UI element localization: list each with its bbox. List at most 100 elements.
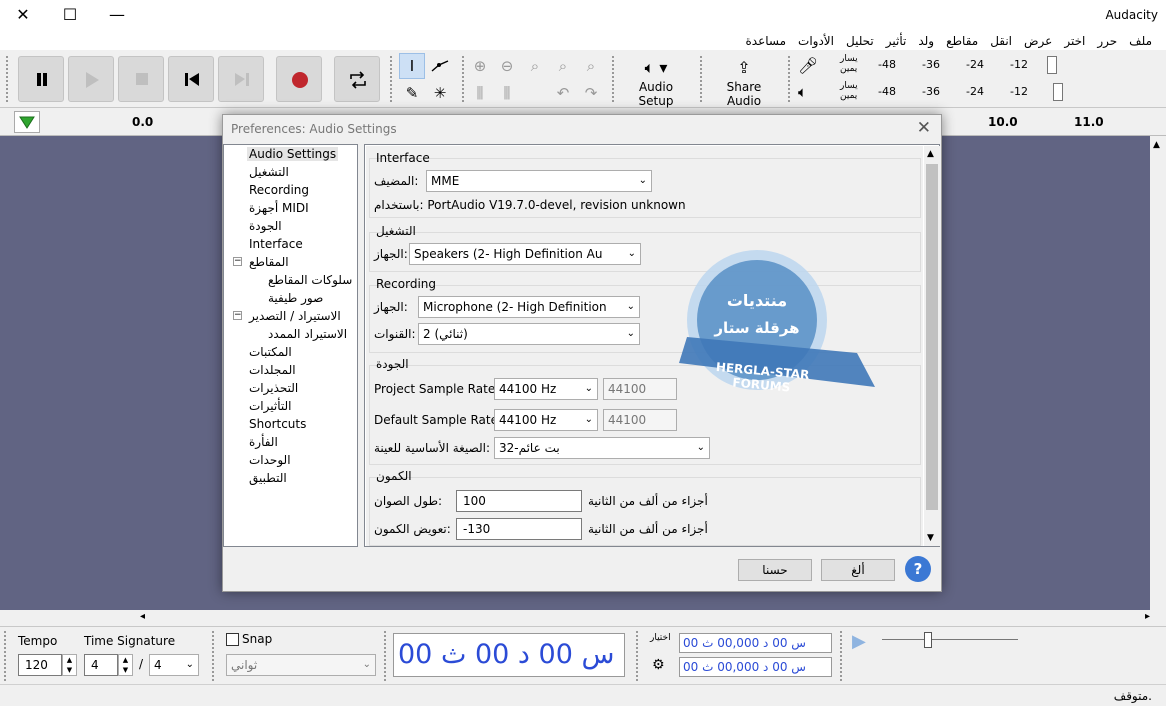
snap-checkbox[interactable]	[226, 633, 239, 646]
skip-end-button[interactable]	[218, 56, 264, 102]
recording-device-select[interactable]: Microphone (2- High Definition ⌄	[418, 296, 640, 318]
tree-item-quality[interactable]: الجودة	[249, 219, 282, 233]
pause-button[interactable]	[18, 56, 64, 102]
selbar-grip[interactable]	[4, 631, 10, 681]
tree-item-application[interactable]: التطبيق	[249, 471, 287, 485]
snap-unit-select[interactable]: ثواني ⌄	[226, 654, 376, 676]
horizontal-scrollbar[interactable]: ◂ ▸	[140, 610, 1150, 626]
default-rate-select[interactable]: 44100 Hz ⌄	[494, 409, 598, 431]
playback-level-slider[interactable]	[1053, 83, 1063, 101]
play-at-speed-icon[interactable]: ▶	[852, 631, 866, 652]
microphone-icon[interactable]: 🎤︎	[798, 56, 818, 75]
stop-button[interactable]	[118, 56, 164, 102]
tree-item-audio-settings[interactable]: Audio Settings	[247, 147, 339, 161]
menu-tracks[interactable]: مقاطع	[940, 32, 984, 50]
playback-meter-icon[interactable]: 🔈︎	[798, 83, 807, 101]
skip-start-button[interactable]	[168, 56, 214, 102]
multi-tool-icon[interactable]: ✳	[427, 80, 453, 106]
gear-icon[interactable]: ⚙︎	[652, 657, 665, 673]
menu-effect[interactable]: تأثير	[880, 32, 913, 50]
project-rate-select[interactable]: 44100 Hz ⌄	[494, 378, 598, 400]
tree-item-libraries[interactable]: المكتبات	[249, 345, 292, 359]
sample-format-select[interactable]: 32-بت عائم ⌄	[494, 437, 710, 459]
tree-item-import-export[interactable]: الاستيراد / التصدير	[249, 309, 341, 323]
tempo-spinner-icon[interactable]: ▲ ▼	[62, 654, 77, 676]
cancel-button[interactable]: ألغ	[821, 559, 895, 581]
tree-item-track-behaviors[interactable]: سلوكات المقاطع	[268, 273, 352, 287]
scroll-thumb[interactable]	[926, 164, 938, 510]
menu-edit[interactable]: حرر	[1091, 32, 1123, 50]
tree-item-recording[interactable]: Recording	[249, 183, 309, 197]
comp-input[interactable]: -130	[456, 518, 582, 540]
menu-file[interactable]: ملف	[1123, 32, 1158, 50]
timesig-den-select[interactable]: 4 ⌄	[149, 654, 199, 676]
play-speed-slider[interactable]	[882, 639, 1018, 640]
menu-help[interactable]: مساعدة	[739, 32, 792, 50]
record-level-slider[interactable]	[1047, 56, 1057, 74]
host-select[interactable]: MME ⌄	[426, 170, 652, 192]
menu-analyze[interactable]: تحليل	[840, 32, 880, 50]
meter-grip[interactable]	[788, 56, 794, 102]
scroll-down-icon[interactable]: ▼	[927, 533, 934, 543]
envelope-tool-icon[interactable]	[427, 53, 453, 79]
selection-start[interactable]: 00 س 00 د 00,000 ث	[679, 633, 832, 653]
scroll-right-icon[interactable]: ▸	[1145, 611, 1150, 622]
silence-icon[interactable]: ⫼	[494, 80, 520, 106]
undo-icon[interactable]: ↶	[550, 80, 576, 106]
loop-button[interactable]	[334, 56, 380, 102]
maximize-icon[interactable]: ☐	[55, 4, 85, 26]
timeline-options-button[interactable]	[14, 111, 40, 133]
collapse-icon[interactable]: −	[233, 257, 242, 266]
timesig-num-input[interactable]: 4	[84, 654, 118, 676]
record-button[interactable]	[276, 56, 322, 102]
record-meter[interactable]: يسار يمين -48 -36 -24 -12	[840, 54, 1065, 76]
menu-select[interactable]: اختر	[1058, 32, 1091, 50]
menu-view[interactable]: عرض	[1018, 32, 1058, 50]
selection-tool-icon[interactable]: I	[399, 53, 425, 79]
zoom-fit-icon[interactable]: ⌕	[550, 53, 576, 79]
menu-generate[interactable]: ولد	[912, 32, 940, 50]
tree-item-directories[interactable]: المجلدات	[249, 363, 296, 377]
draw-tool-icon[interactable]: ✎	[399, 80, 425, 106]
buffer-input[interactable]: 100	[456, 490, 582, 512]
zoom-selection-icon[interactable]: ⌕	[522, 53, 548, 79]
time-grip[interactable]	[384, 631, 390, 681]
menu-tools[interactable]: الأدوات	[792, 32, 840, 50]
tree-item-spectrograms[interactable]: صور طيفية	[268, 291, 323, 305]
tempo-input[interactable]: 120	[18, 654, 62, 676]
tree-item-modules[interactable]: الوحدات	[249, 453, 291, 467]
tree-item-warnings[interactable]: التحذيرات	[249, 381, 298, 395]
toolbar-grip[interactable]	[6, 56, 12, 102]
playback-device-select[interactable]: Speakers (2- High Definition Au ⌄	[409, 243, 641, 265]
scroll-up-icon[interactable]: ▲	[927, 149, 934, 159]
redo-icon[interactable]: ↷	[578, 80, 604, 106]
ok-button[interactable]: حسنا	[738, 559, 812, 581]
close-window-icon[interactable]: ✕	[8, 4, 38, 26]
dialog-close-icon[interactable]: ✕	[917, 118, 931, 138]
tree-item-mouse[interactable]: الفأرة	[249, 435, 278, 449]
tree-item-playback[interactable]: التشغيل	[249, 165, 289, 179]
tree-item-effects[interactable]: التأثيرات	[249, 399, 291, 413]
tree-item-tracks[interactable]: المقاطع	[249, 255, 289, 269]
playback-meter[interactable]: يسار يمين -48 -36 -24 -12	[840, 81, 1065, 103]
audio-setup-grip[interactable]	[612, 56, 618, 102]
share-audio-button[interactable]: ⇪ Share Audio	[708, 56, 780, 108]
play-button[interactable]	[68, 56, 114, 102]
tools-grip[interactable]	[390, 56, 396, 102]
vertical-scrollbar[interactable]: ▲	[1150, 136, 1166, 610]
collapse-icon[interactable]: −	[233, 311, 242, 320]
share-grip[interactable]	[700, 56, 706, 102]
zoom-toggle-icon[interactable]: ⌕	[578, 53, 604, 79]
tree-item-interface[interactable]: Interface	[249, 237, 303, 251]
timesig-spinner-icon[interactable]: ▲ ▼	[118, 654, 133, 676]
menu-transport[interactable]: انقل	[984, 32, 1018, 50]
panel-scrollbar[interactable]: ▲ ▼	[924, 146, 940, 546]
selection-end[interactable]: 00 س 00 د 00,000 ث	[679, 657, 832, 677]
help-icon[interactable]: ?	[905, 556, 931, 582]
zoom-out-icon[interactable]: ⊖	[494, 53, 520, 79]
snap-grip[interactable]	[212, 631, 218, 681]
audio-setup-button[interactable]: 🔈︎ ▾ Audio Setup	[620, 56, 692, 108]
scroll-left-icon[interactable]: ◂	[140, 611, 145, 622]
tree-item-extended-import[interactable]: الاستيراد الممدد	[268, 327, 347, 341]
selection-grip[interactable]	[636, 631, 642, 681]
